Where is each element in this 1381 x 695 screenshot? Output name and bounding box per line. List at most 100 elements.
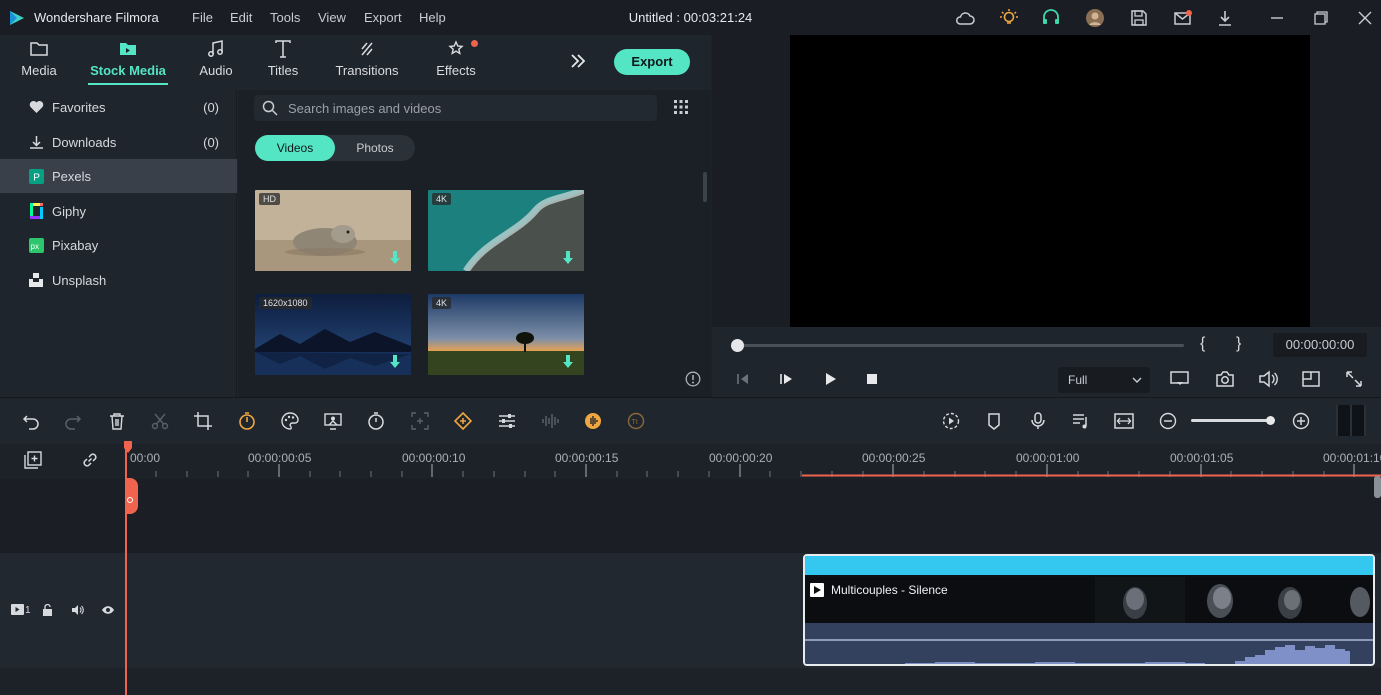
menu-export[interactable]: Export	[364, 10, 402, 25]
adjust-sliders-icon[interactable]	[496, 410, 518, 432]
microphone-icon[interactable]	[1027, 410, 1049, 432]
previous-frame-icon[interactable]	[735, 371, 751, 387]
playhead-marker-icon[interactable]	[125, 478, 138, 514]
clip-audio-waveform	[805, 623, 1373, 664]
keyframe-diamond-icon[interactable]	[452, 410, 474, 432]
color-palette-icon[interactable]	[279, 410, 301, 432]
play-icon[interactable]	[822, 371, 838, 387]
export-button[interactable]: Export	[614, 49, 690, 75]
close-icon[interactable]	[1354, 7, 1376, 29]
sidebar-item-pixabay[interactable]: px Pixabay	[0, 228, 237, 262]
sidebar-item-pexels[interactable]: P Pexels	[0, 159, 237, 193]
video-thumbnail[interactable]: 4K	[428, 294, 584, 375]
menu-view[interactable]: View	[318, 10, 346, 25]
speech-to-text-icon[interactable]: Tt	[625, 410, 647, 432]
zoom-in-icon[interactable]	[1290, 410, 1312, 432]
grid-view-icon[interactable]	[673, 99, 689, 115]
panel-toggle[interactable]	[1336, 405, 1366, 436]
delete-icon[interactable]	[106, 410, 128, 432]
sidebar-item-label: Pexels	[52, 168, 92, 184]
render-icon[interactable]	[940, 410, 962, 432]
search-bar	[254, 95, 657, 121]
crop-icon[interactable]	[192, 410, 214, 432]
fit-timeline-icon[interactable]	[1113, 410, 1135, 432]
duration-timer-icon[interactable]	[365, 410, 387, 432]
timeline-scrollbar[interactable]	[1374, 476, 1381, 498]
timeline-zoom-slider[interactable]	[1191, 419, 1273, 422]
preview-scrubber[interactable]	[737, 344, 1184, 347]
download-arrow-icon[interactable]	[562, 355, 574, 369]
video-thumbnail[interactable]: 4K	[428, 190, 584, 271]
zoom-select[interactable]: Full	[1058, 367, 1150, 393]
unsplash-icon	[27, 271, 45, 289]
tab-transitions[interactable]: Transitions	[328, 40, 406, 80]
sidebar-item-unsplash[interactable]: Unsplash	[0, 263, 237, 297]
mail-icon[interactable]	[1172, 7, 1194, 29]
layout-icon[interactable]	[1301, 370, 1321, 388]
stop-icon[interactable]	[866, 373, 878, 385]
video-thumbnail[interactable]: HD	[255, 190, 411, 271]
tab-label: Effects	[436, 63, 476, 78]
menu-help[interactable]: Help	[419, 10, 446, 25]
mark-out-button[interactable]: }	[1236, 335, 1241, 353]
segment-photos[interactable]: Photos	[335, 135, 415, 161]
search-input[interactable]	[288, 95, 648, 121]
tab-effects[interactable]: Effects	[421, 40, 491, 80]
menu-file[interactable]: File	[192, 10, 213, 25]
sidebar-item-giphy[interactable]: Giphy	[0, 194, 237, 228]
minimize-icon[interactable]	[1266, 7, 1288, 29]
audio-mixer-icon[interactable]	[1070, 410, 1092, 432]
playhead-handle[interactable]	[124, 441, 132, 453]
tab-media[interactable]: Media	[4, 40, 74, 80]
play-slow-icon[interactable]	[779, 371, 795, 387]
sidebar-item-favorites[interactable]: Favorites (0)	[0, 90, 237, 124]
lock-icon[interactable]	[42, 604, 53, 616]
marker-icon[interactable]	[983, 410, 1005, 432]
volume-icon[interactable]	[1258, 370, 1278, 388]
download-arrow-icon[interactable]	[389, 355, 401, 369]
sidebar-item-label: Pixabay	[52, 237, 99, 253]
tab-stock-media[interactable]: Stock Media	[88, 40, 168, 80]
timeline-clip[interactable]: Multicouples - Silence	[803, 554, 1375, 666]
cloud-icon[interactable]	[954, 7, 976, 29]
freeze-frame-icon[interactable]	[409, 410, 431, 432]
audio-waveform-icon[interactable]	[539, 410, 561, 432]
zoom-value: Full	[1068, 373, 1088, 387]
audio-ducking-icon[interactable]	[582, 410, 604, 432]
segment-videos[interactable]: Videos	[255, 135, 335, 161]
download-arrow-icon[interactable]	[562, 251, 574, 265]
download-arrow-icon[interactable]	[389, 251, 401, 265]
cut-scissors-icon[interactable]	[149, 410, 171, 432]
menu-edit[interactable]: Edit	[230, 10, 252, 25]
headset-support-icon[interactable]	[1040, 7, 1062, 29]
grid-scrollbar[interactable]	[703, 172, 707, 202]
tab-titles[interactable]: Titles	[248, 40, 318, 80]
redo-icon[interactable]	[62, 410, 84, 432]
double-chevron-right-icon[interactable]	[569, 52, 587, 70]
render-preview-icon[interactable]	[1170, 370, 1190, 388]
snapshot-camera-icon[interactable]	[1215, 370, 1235, 388]
menu-tools[interactable]: Tools	[270, 10, 300, 25]
scrubber-knob[interactable]	[731, 339, 744, 352]
green-screen-icon[interactable]	[322, 410, 344, 432]
eye-visibility-icon[interactable]	[101, 605, 115, 615]
undo-icon[interactable]	[20, 410, 42, 432]
speed-icon[interactable]	[236, 410, 258, 432]
fullscreen-icon[interactable]	[1345, 370, 1363, 388]
add-track-icon[interactable]	[24, 451, 42, 469]
restore-icon[interactable]	[1310, 7, 1332, 29]
tab-audio[interactable]: Audio	[181, 40, 251, 80]
zoom-out-icon[interactable]	[1157, 410, 1179, 432]
download-update-icon[interactable]	[1214, 7, 1236, 29]
mark-in-button[interactable]: {	[1200, 335, 1205, 353]
video-thumbnail[interactable]: 1620x1080	[255, 294, 411, 375]
track-mute-icon[interactable]	[71, 604, 84, 616]
sidebar-item-count: (0)	[203, 99, 219, 115]
lightbulb-icon[interactable]	[998, 7, 1020, 29]
save-icon[interactable]	[1128, 7, 1150, 29]
info-icon[interactable]	[685, 371, 701, 387]
zoom-slider-knob[interactable]	[1266, 416, 1275, 425]
avatar[interactable]	[1084, 7, 1106, 29]
link-chain-icon[interactable]	[81, 451, 99, 469]
sidebar-item-downloads[interactable]: Downloads (0)	[0, 125, 237, 159]
